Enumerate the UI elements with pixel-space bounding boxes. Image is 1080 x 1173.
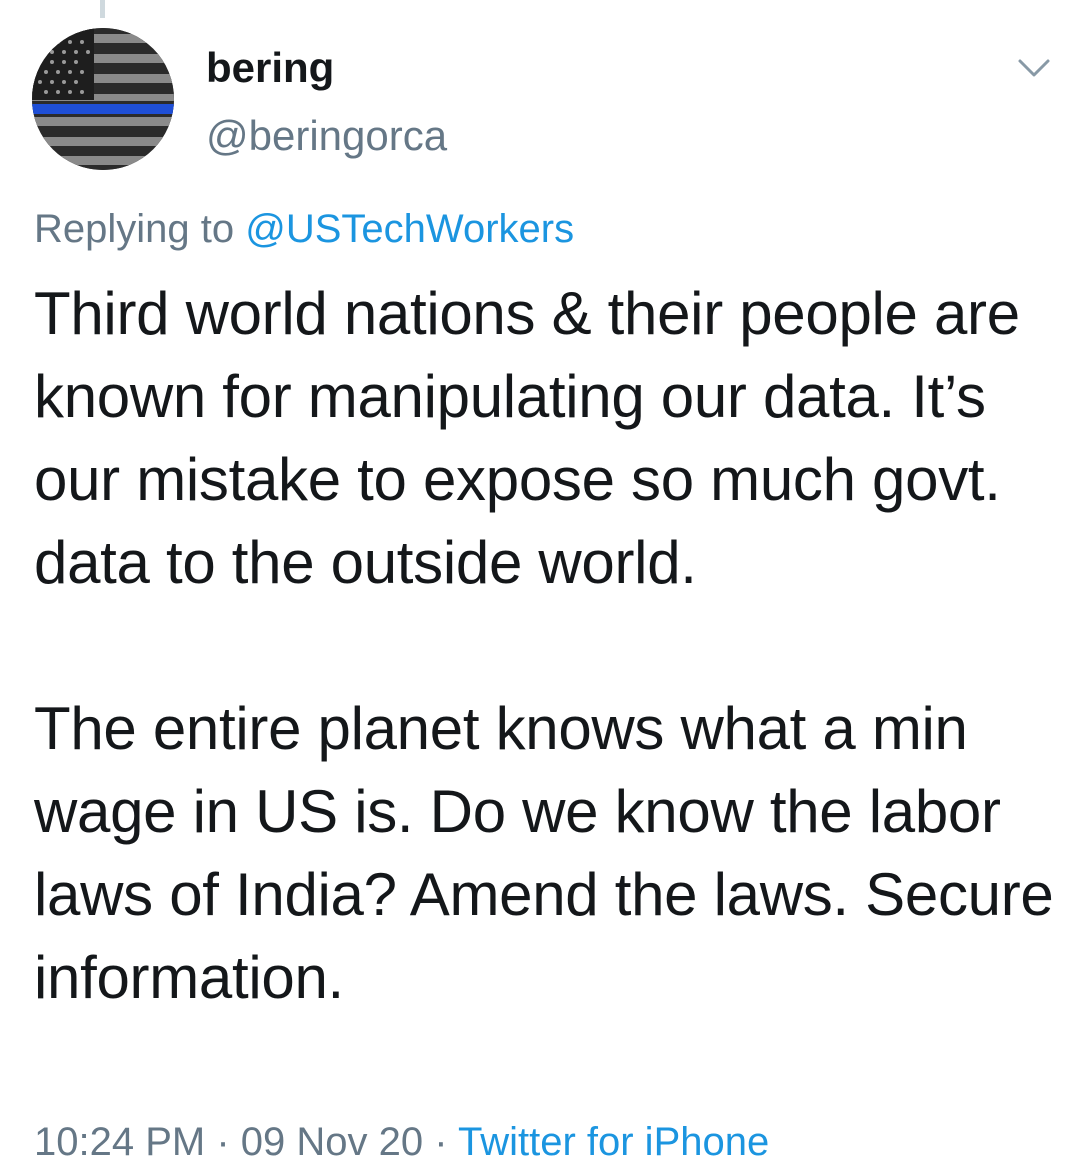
tweet-metadata: 10:24 PM · 09 Nov 20 · Twitter for iPhon… — [34, 1113, 769, 1171]
tweet-text: Third world nations & their people are k… — [34, 280, 1054, 1011]
tweet-menu-button[interactable] — [1014, 50, 1054, 84]
meta-separator: · — [434, 1120, 448, 1164]
tweet-date[interactable]: 09 Nov 20 — [241, 1120, 423, 1164]
chevron-down-icon — [1018, 59, 1050, 77]
tweet-source-link[interactable]: Twitter for iPhone — [458, 1120, 769, 1164]
author-display-name[interactable]: bering — [206, 40, 334, 96]
replying-to-label: Replying to — [34, 207, 235, 251]
author-handle[interactable]: @beringorca — [206, 108, 447, 164]
replying-to-line: Replying to @USTechWorkers — [34, 200, 574, 258]
meta-separator: · — [216, 1120, 230, 1164]
replying-to-mention-link[interactable]: @USTechWorkers — [245, 207, 574, 251]
tweet-time[interactable]: 10:24 PM — [34, 1120, 205, 1164]
thread-connector-line — [100, 0, 105, 18]
avatar[interactable] — [32, 28, 174, 170]
thin-blue-line-flag-icon — [32, 28, 174, 170]
